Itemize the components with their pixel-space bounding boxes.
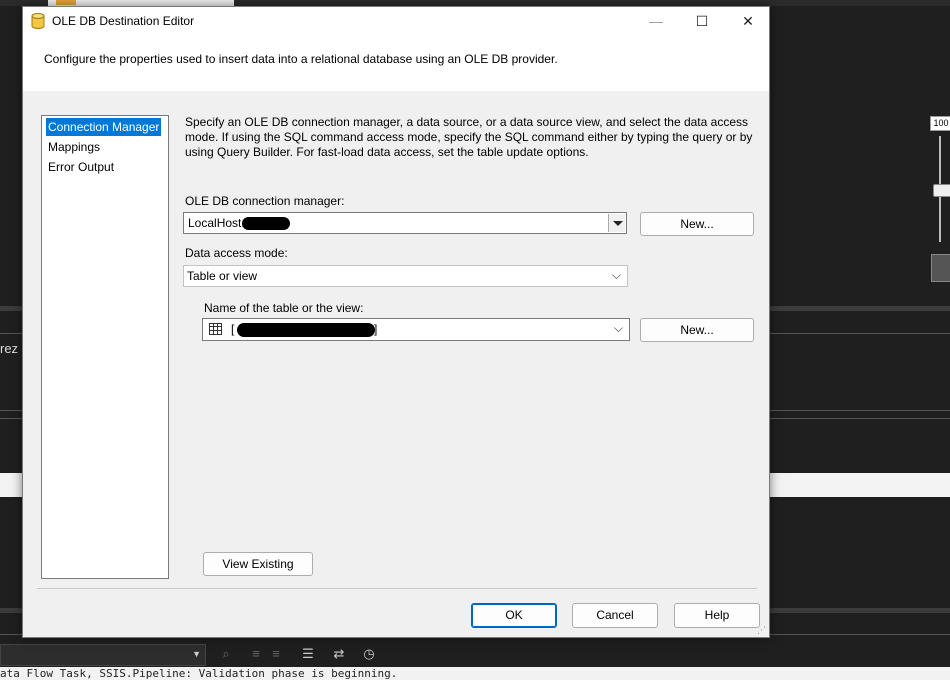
data-access-mode-dropdown[interactable]: Table or view ⌵: [183, 265, 628, 287]
nav-item-error-output[interactable]: Error Output: [46, 158, 116, 176]
table-name-suffix: ]: [374, 322, 378, 336]
next-message-icon[interactable]: ≡: [268, 646, 284, 662]
output-toolbar: ▼ ⌕ ≡ ≡ ☰ ⇄ ◷: [0, 644, 950, 666]
data-access-mode-value: Table or view: [187, 269, 258, 283]
ide-side-text: rez: [0, 341, 19, 356]
cancel-button[interactable]: Cancel: [572, 603, 658, 628]
nav-item-mappings[interactable]: Mappings: [46, 138, 102, 156]
connection-manager-value: LocalHost.: [188, 216, 245, 230]
minimize-button[interactable]: —: [633, 7, 679, 35]
chevron-down-icon: ▼: [192, 649, 201, 659]
new-connection-button[interactable]: New...: [640, 212, 754, 236]
new-table-button[interactable]: New...: [640, 318, 754, 342]
zoom-slider-thumb[interactable]: [933, 184, 950, 197]
output-source-dropdown[interactable]: ▼: [0, 644, 206, 666]
title-bar[interactable]: OLE DB Destination Editor — ☐ ✕: [23, 7, 769, 35]
output-text: ata Flow Task, SSIS.Pipeline: Validation…: [0, 667, 950, 680]
table-name-prefix: [: [231, 322, 235, 336]
page-instructions: Specify an OLE DB connection manager, a …: [185, 115, 753, 159]
prev-message-icon[interactable]: ≡: [248, 646, 264, 662]
nav-item-connection-manager[interactable]: Connection Manager: [46, 118, 162, 136]
find-icon[interactable]: ⌕: [218, 646, 234, 662]
zoom-level: 100: [930, 116, 950, 131]
chevron-down-icon: ⌵: [613, 321, 623, 335]
data-access-mode-label: Data access mode:: [185, 246, 288, 260]
ide-band-right: [770, 473, 950, 497]
help-button[interactable]: Help: [674, 603, 760, 628]
connection-manager-dropdown-button[interactable]: [608, 214, 625, 232]
connection-manager-label: OLE DB connection manager:: [185, 194, 345, 208]
database-icon: [31, 13, 45, 29]
chevron-down-icon: [613, 221, 623, 226]
clock-icon[interactable]: ◷: [361, 646, 377, 662]
redaction-mark: [242, 217, 290, 230]
dialog-header: Configure the properties used to insert …: [23, 35, 769, 91]
close-button[interactable]: ✕: [725, 7, 771, 35]
ok-button[interactable]: OK: [471, 603, 557, 628]
footer-separator: [37, 588, 757, 589]
ide-tab-icon: [56, 0, 76, 5]
resize-grip-icon[interactable]: ⋰: [757, 625, 767, 635]
connection-manager-dropdown[interactable]: LocalHost.: [183, 212, 627, 234]
clear-all-icon[interactable]: ☰: [300, 646, 316, 662]
redaction-mark: [237, 323, 375, 337]
zoom-fit-button[interactable]: [931, 254, 950, 282]
chevron-down-icon: ⌵: [611, 268, 621, 282]
table-name-label: Name of the table or the view:: [204, 301, 364, 315]
word-wrap-icon[interactable]: ⇄: [331, 646, 347, 662]
view-existing-button[interactable]: View Existing: [203, 552, 313, 576]
ide-band-left: [0, 473, 24, 497]
table-icon: [209, 323, 222, 335]
header-description: Configure the properties used to insert …: [44, 52, 558, 66]
table-name-dropdown[interactable]: [ ] ⌵: [202, 318, 630, 341]
dialog-title: OLE DB Destination Editor: [52, 14, 195, 28]
page-nav-list: Connection Manager Mappings Error Output: [41, 115, 169, 579]
ole-db-destination-editor-dialog: OLE DB Destination Editor — ☐ ✕ Configur…: [22, 6, 770, 638]
maximize-button[interactable]: ☐: [679, 7, 725, 35]
